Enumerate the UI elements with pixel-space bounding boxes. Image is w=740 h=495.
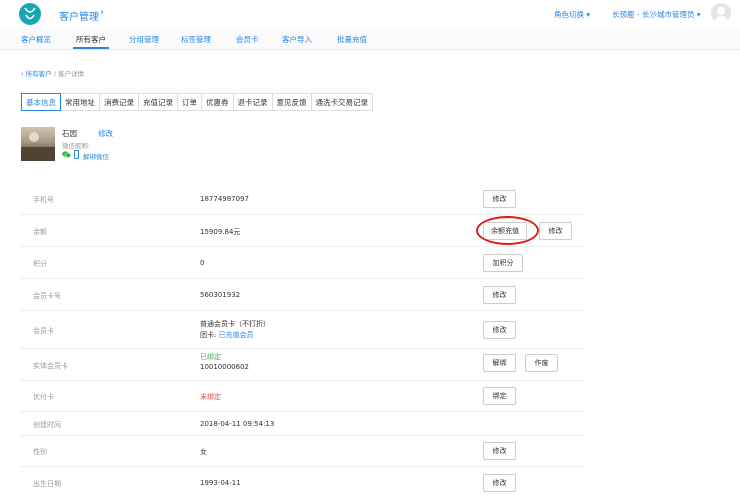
tab-wash-card-transactions[interactable]: 通洗卡交易记录 (310, 93, 373, 111)
member-card-value: 普通会员卡（不打折） (200, 320, 270, 328)
void-card-button[interactable]: 作废 (525, 354, 558, 372)
mobile-icon (74, 150, 79, 159)
detail-row-phone: 手机号 18774987097 修改 (21, 183, 584, 215)
nav-customer-overview[interactable]: 客户概览 (21, 34, 51, 45)
balance-value: 15909.84元 (200, 228, 241, 236)
group-card-line: 团卡: 已充值会员 (200, 330, 254, 340)
tab-basic-info[interactable]: 基本信息 (21, 93, 61, 111)
breadcrumb-separator: / (53, 70, 56, 78)
nav-group-management[interactable]: 分组管理 (129, 34, 159, 45)
detail-row-card-number: 会员卡号 560301932 修改 (21, 279, 584, 311)
detail-tabs: 基本信息 常用地址 消费记录 充值记录 订单 优惠券 退卡记录 意见反馈 通洗卡… (21, 93, 373, 111)
balance-label: 余额 (33, 228, 47, 236)
birthday-label: 出生日期 (33, 480, 61, 488)
group-card-prefix: 团卡: (200, 331, 217, 339)
logo-icon (24, 7, 36, 20)
role-switch-dropdown[interactable]: 角色切换 ▾ (554, 9, 590, 20)
edit-member-card-button[interactable]: 修改 (483, 321, 516, 339)
gender-label: 性别 (33, 448, 47, 456)
prepaid-card-value: 未绑定 (200, 393, 221, 401)
breadcrumb-current: 客户详情 (58, 70, 85, 78)
tab-orders[interactable]: 订单 (177, 93, 202, 111)
wechat-icon (62, 151, 71, 158)
prepaid-card-label: 优付卡 (33, 393, 54, 401)
unbind-card-button[interactable]: 解绑 (483, 354, 516, 372)
group-card-link[interactable]: 已充值会员 (219, 331, 254, 339)
tab-coupons[interactable]: 优惠券 (201, 93, 234, 111)
created-time-value: 2018-04-11 09:54:13 (200, 420, 275, 428)
edit-name-link[interactable]: 修改 (98, 128, 113, 139)
avatar-head (717, 7, 725, 15)
card-number-label: 会员卡号 (33, 292, 61, 300)
edit-balance-button[interactable]: 修改 (539, 222, 572, 240)
edit-card-number-button[interactable]: 修改 (483, 286, 516, 304)
points-label: 积分 (33, 260, 47, 268)
nav-batch-recharge[interactable]: 批量充值 (337, 34, 367, 45)
points-value: 0 (200, 259, 205, 267)
tab-card-refund-records[interactable]: 退卡记录 (232, 93, 273, 111)
app-logo[interactable] (19, 3, 41, 25)
avatar-body (714, 16, 728, 23)
created-time-label: 创建时间 (33, 421, 61, 429)
physical-card-number: 10010000602 (200, 363, 249, 371)
tab-feedback[interactable]: 意见反馈 (271, 93, 312, 111)
main-nav: 客户概览 所有客户 分组管理 标签管理 会员卡 客户导入 批量充值 (0, 28, 740, 50)
physical-card-label: 实体会员卡 (33, 362, 68, 370)
tab-consumption-records[interactable]: 消费记录 (99, 93, 139, 111)
wechat-nickname-label: 微信昵称: (62, 142, 91, 150)
chevron-right-icon[interactable]: › (100, 7, 104, 18)
detail-row-gender: 性别 女 修改 (21, 436, 584, 467)
tab-common-address[interactable]: 常用地址 (60, 93, 100, 111)
photo-sun (29, 132, 39, 142)
user-menu[interactable]: 长颈鹿 - 长沙城市管理员 ▾ (612, 9, 701, 20)
active-nav-underline (73, 47, 109, 49)
app-title[interactable]: 客户管理 (59, 8, 99, 23)
phone-value: 18774987097 (200, 195, 249, 203)
customer-name: 石园 (62, 129, 77, 138)
birthday-value: 1993-04-11 (200, 479, 241, 487)
detail-row-created-time: 创建时间 2018-04-11 09:54:13 (21, 412, 584, 436)
top-bar: 客户管理 › 角色切换 ▾ 长颈鹿 - 长沙城市管理员 ▾ (0, 0, 740, 28)
breadcrumb: ‹ 所有客户 / 客户详情 (21, 68, 84, 78)
detail-row-member-card: 会员卡 普通会员卡（不打折） 团卡: 已充值会员 修改 (21, 311, 584, 349)
highlight-circle-annotation (476, 216, 539, 245)
add-points-button[interactable]: 加积分 (483, 254, 523, 272)
card-number-value: 560301932 (200, 291, 241, 299)
nav-member-card[interactable]: 会员卡 (236, 34, 259, 45)
nav-tag-management[interactable]: 标签管理 (181, 34, 211, 45)
detail-row-physical-card: 实体会员卡 已绑定 10010000602 解绑 作废 (21, 349, 584, 381)
edit-gender-button[interactable]: 修改 (483, 442, 516, 460)
profile-photo (21, 127, 55, 161)
breadcrumb-all-customers[interactable]: ‹ 所有客户 (21, 70, 52, 78)
member-card-label: 会员卡 (33, 327, 54, 335)
edit-birthday-button[interactable]: 修改 (483, 474, 516, 492)
detail-row-prepaid-card: 优付卡 未绑定 绑定 (21, 381, 584, 412)
bind-prepaid-card-button[interactable]: 绑定 (483, 387, 516, 405)
gender-value: 女 (200, 448, 207, 456)
physical-card-status: 已绑定 (200, 353, 221, 361)
edit-phone-button[interactable]: 修改 (483, 190, 516, 208)
phone-label: 手机号 (33, 196, 54, 204)
unbind-wechat-link[interactable]: 解绑微信 (83, 151, 109, 161)
detail-row-birthday: 出生日期 1993-04-11 修改 (21, 467, 584, 495)
avatar[interactable] (711, 3, 731, 23)
nav-all-customers[interactable]: 所有客户 (76, 34, 106, 45)
photo-water (21, 147, 55, 161)
nav-customer-import[interactable]: 客户导入 (282, 34, 312, 45)
tab-recharge-records[interactable]: 充值记录 (138, 93, 178, 111)
detail-row-points: 积分 0 加积分 (21, 247, 584, 279)
